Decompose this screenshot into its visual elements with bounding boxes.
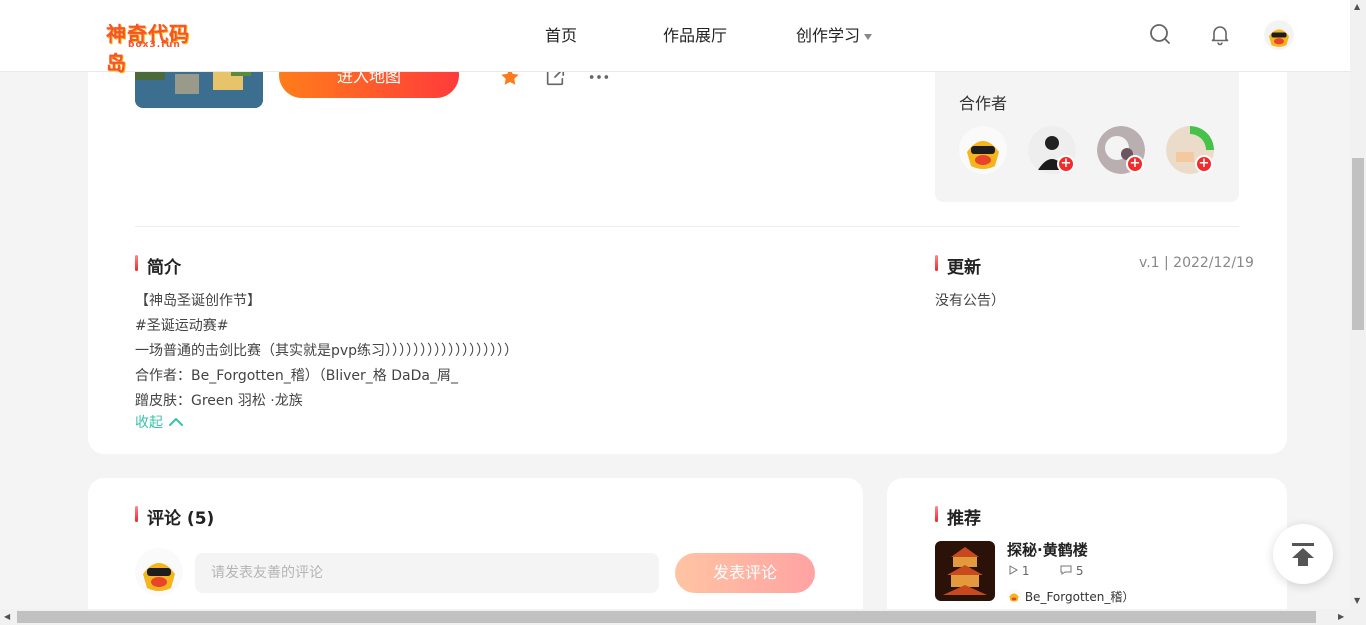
site-logo[interactable]: 神奇代码岛 box3.fun (106, 18, 204, 75)
post-comment-button[interactable]: 发表评论 (675, 553, 815, 593)
nav-learn-label: 创作学习 (796, 26, 861, 45)
plays-count: 1 (1021, 564, 1030, 578)
recommend-item-title[interactable]: 探秘·黄鹤楼 (1007, 539, 1088, 560)
follow-plus-icon[interactable]: + (1126, 155, 1144, 173)
recommend-comments: 5 (1060, 564, 1083, 578)
nav-home[interactable]: 首页 (545, 22, 577, 46)
section-divider (135, 226, 1239, 227)
collapse-label: 收起 (135, 415, 163, 431)
recommend-author[interactable]: Be_Forgotten_稽） (1007, 588, 1134, 605)
chevron-up-icon (169, 415, 183, 431)
collaborators-title: 合作者 (959, 94, 1008, 113)
search-icon[interactable] (1148, 22, 1172, 46)
horizontal-scroll-thumb[interactable] (17, 611, 1316, 623)
author-name: Be_Forgotten_稽） (1024, 590, 1135, 604)
collaborator-avatar[interactable] (959, 126, 1007, 174)
bell-icon[interactable] (1208, 22, 1232, 46)
follow-plus-icon[interactable]: + (1195, 155, 1213, 173)
scroll-up-icon[interactable]: ▲ (1354, 2, 1360, 11)
intro-line: 【神岛圣诞创作节】 (135, 293, 261, 309)
logo-subtext: box3.fun (128, 40, 181, 50)
intro-line: 一场普通的击剑比赛（其实就是pvp练习）））））））））））））））））） (135, 343, 519, 359)
top-navbar: 神奇代码岛 box3.fun 首页 作品展厅 创作学习 (0, 0, 1350, 75)
recommend-plays: 1 (1008, 564, 1029, 578)
version-info: v.1 | 2022/12/19 (1139, 255, 1254, 271)
intro-title: 简介 (135, 253, 181, 278)
scroll-left-icon[interactable]: ◀ (4, 612, 10, 621)
back-to-top-button[interactable] (1273, 524, 1333, 584)
vertical-scroll-thumb[interactable] (1352, 158, 1364, 330)
my-avatar (135, 548, 183, 596)
comment-icon (1060, 565, 1072, 575)
intro-line: 蹭皮肤：Green 羽松 ·龙族 (135, 393, 303, 409)
comments-title: 评论 (5) (135, 504, 214, 529)
nav-gallery[interactable]: 作品展厅 (663, 22, 727, 46)
recommend-title: 推荐 (935, 504, 981, 529)
comments-count: 5 (1075, 564, 1084, 578)
nav-learn[interactable]: 创作学习 (796, 22, 873, 46)
chevron-down-icon (864, 33, 873, 40)
vertical-scrollbar[interactable]: ▲ ▼ (1350, 0, 1366, 609)
scroll-right-icon[interactable]: ▶ (1338, 612, 1344, 621)
recommend-thumbnail[interactable] (935, 541, 995, 601)
author-avatar-icon (1007, 589, 1021, 603)
collapse-toggle[interactable]: 收起 (135, 412, 183, 432)
scroll-down-icon[interactable]: ▼ (1354, 596, 1360, 605)
comments-card (88, 478, 863, 625)
follow-plus-icon[interactable]: + (1057, 155, 1075, 173)
collaborators-panel: 合作者 (935, 68, 1239, 202)
update-notice: 没有公告） (935, 293, 1005, 309)
play-icon (1009, 565, 1019, 575)
comment-input[interactable] (195, 553, 659, 593)
horizontal-scrollbar[interactable]: ◀ ▶ (0, 609, 1366, 625)
arrow-to-top-icon (1292, 543, 1314, 566)
intro-line: 合作者：Be_Forgotten_稽）（Bliver_格 DaDa_屑_ (135, 368, 458, 384)
user-avatar[interactable] (1264, 20, 1294, 50)
update-title: 更新 (935, 253, 981, 278)
intro-line: #圣诞运动赛# (135, 318, 229, 334)
